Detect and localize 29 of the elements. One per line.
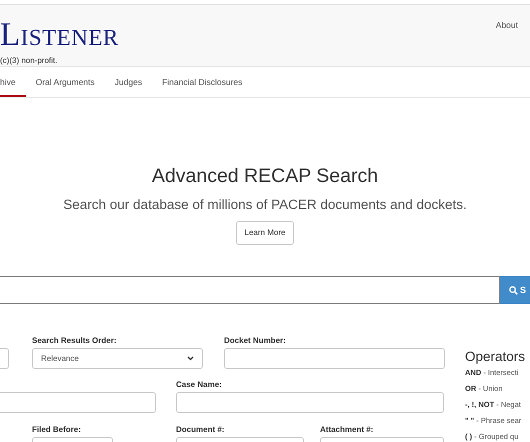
input-field[interactable] [176, 392, 444, 414]
learn-more-button[interactable]: Learn More [236, 221, 294, 246]
field-label: Attachment #: [320, 425, 374, 436]
search-field[interactable] [0, 276, 500, 304]
field-label: Search Results Order: [32, 336, 118, 346]
operators-heading: Operators [465, 350, 526, 364]
search-button[interactable]: S [500, 276, 530, 304]
search-icon [509, 286, 518, 295]
field-label: Case Name: [176, 380, 223, 390]
input-field[interactable] [176, 437, 304, 442]
input-field[interactable] [0, 392, 156, 414]
nav-tab[interactable]: Judges [104, 67, 152, 97]
site-logo[interactable]: Listener [0, 19, 119, 52]
field-label: Document #: [176, 425, 226, 436]
nav-tab[interactable]: Oral Arguments [26, 67, 105, 97]
tagline: (c)(3) non-profit. [0, 55, 58, 67]
input-field[interactable] [224, 348, 445, 370]
chevron-icon [187, 356, 194, 362]
page-subtitle: Search our database of millions of PACER documents and dockets. [63, 197, 467, 212]
field-label: Docket Number: [224, 336, 287, 346]
input-field[interactable] [320, 437, 444, 442]
page-title: Advanced RECAP Search [152, 165, 378, 188]
input-field[interactable] [32, 437, 113, 442]
nav-tab[interactable]: hive [0, 67, 26, 97]
about-link[interactable]: About [496, 19, 518, 31]
nav-tab[interactable]: Financial Disclosures [152, 67, 252, 97]
input-field[interactable] [0, 348, 9, 370]
order-select[interactable]: Relevance [32, 348, 203, 370]
field-label: Filed Before: [32, 425, 82, 436]
